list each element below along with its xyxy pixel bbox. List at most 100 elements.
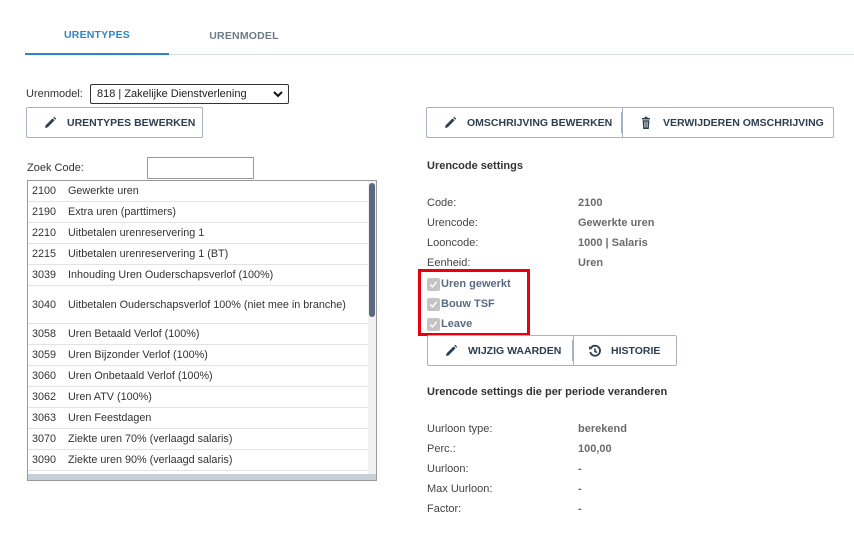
code-description: Ziekte uren 70% (verlaagd salaris)	[68, 433, 233, 445]
code-value: 2215	[32, 248, 57, 260]
code-description: Uren Betaald Verlof (100%)	[68, 328, 200, 340]
code-value: 3063	[32, 412, 57, 424]
tab-bar: URENTYPES URENMODEL	[25, 16, 854, 55]
checkbox-label: Leave	[441, 318, 473, 330]
code-list-item[interactable]: 3039 Inhouding Uren Ouderschapsverlof (10…	[28, 265, 370, 286]
checkbox-checked-icon[interactable]	[427, 317, 440, 331]
setting-value: Uren	[578, 257, 604, 269]
periode-row: Perc.: 100,00	[427, 443, 727, 463]
code-value: 3060	[32, 370, 57, 382]
code-list-item[interactable]: 3070 Ziekte uren 70% (verlaagd salaris)	[28, 429, 370, 450]
code-value: 2210	[32, 227, 57, 239]
zoek-code-label: Zoek Code:	[27, 162, 84, 174]
setting-key: Code:	[427, 197, 457, 209]
code-list-body: 2100 Gewerkte uren 2190 Extra uren (parttim…	[28, 181, 376, 471]
code-value: 2190	[32, 206, 57, 218]
omschrijving-bewerken-button[interactable]: OMSCHRIJVING BEWERKEN	[426, 107, 622, 138]
code-list-item[interactable]: 3058 Uren Betaald Verlof (100%)	[28, 324, 370, 345]
code-value: 2100	[32, 185, 57, 197]
omschrijving-bewerken-label: OMSCHRIJVING BEWERKEN	[467, 116, 613, 129]
periode-value: -	[578, 483, 582, 495]
wijzig-waarden-button[interactable]: WIJZIG WAARDEN	[427, 335, 573, 366]
code-list-item[interactable]: 3040 Uitbetalen Ouderschapsverlof 100% (n…	[28, 286, 370, 324]
checkbox-checked-icon[interactable]	[427, 277, 440, 291]
zoek-code-input[interactable]	[147, 157, 254, 179]
code-value: 3062	[32, 391, 57, 403]
code-description: Extra uren (parttimers)	[68, 206, 176, 218]
urencode-settings-title: Urencode settings	[427, 160, 523, 172]
wijzig-waarden-label: WIJZIG WAARDEN	[468, 344, 562, 357]
periode-value: -	[578, 503, 582, 515]
setting-row: Code: 2100	[427, 197, 727, 217]
periode-key: Uurloon type:	[427, 423, 493, 435]
code-list-item[interactable]: 2210 Uitbetalen urenreservering 1	[28, 223, 370, 244]
verwijderen-omschrijving-button[interactable]: VERWIJDEREN OMSCHRIJVING	[622, 107, 834, 138]
checkbox-leave[interactable]: Leave	[427, 314, 511, 334]
code-value: 3070	[32, 433, 57, 445]
checkbox-label: Bouw TSF	[441, 298, 495, 310]
code-list-item[interactable]: 2100 Gewerkte uren	[28, 181, 370, 202]
setting-value: 2100	[578, 197, 603, 209]
pencil-icon	[446, 344, 458, 356]
historie-label: HISTORIE	[611, 344, 661, 357]
periode-row: Max Uurloon: -	[427, 483, 727, 503]
code-description: Inhouding Uren Ouderschapsverlof (100%)	[68, 269, 274, 281]
code-list-item[interactable]: 3060 Uren Onbetaald Verlof (100%)	[28, 366, 370, 387]
tab-urentypes[interactable]: URENTYPES	[25, 16, 169, 55]
chevron-down-icon	[273, 91, 283, 98]
scrollbar-thumb[interactable]	[369, 183, 375, 317]
horizontal-scrollbar[interactable]	[28, 474, 376, 480]
periode-row: Uurloon type: berekend	[427, 423, 727, 443]
code-value: 3058	[32, 328, 57, 340]
code-list[interactable]: 2100 Gewerkte uren 2190 Extra uren (parttim…	[27, 180, 377, 481]
code-description: Uren Bijzonder Verlof (100%)	[68, 349, 208, 361]
code-description: Uren Onbetaald Verlof (100%)	[68, 370, 213, 382]
periode-row: Factor: -	[427, 503, 727, 523]
code-list-item[interactable]: 3063 Uren Feestdagen	[28, 408, 370, 429]
code-list-item[interactable]: 2215 Uitbetalen urenreservering 1 (BT)	[28, 244, 370, 265]
checkbox-uren-gewerkt[interactable]: Uren gewerkt	[427, 274, 511, 294]
setting-row: Urencode: Gewerkte uren	[427, 217, 727, 237]
code-description: Gewerkte uren	[68, 185, 139, 197]
code-description: Ziekte uren 90% (verlaagd salaris)	[68, 454, 233, 466]
checkbox-bouw-tsf[interactable]: Bouw TSF	[427, 294, 511, 314]
periode-row: Uurloon: -	[427, 463, 727, 483]
settings-checkboxes: Uren gewerkt Bouw TSF Leave	[427, 274, 511, 334]
checkbox-checked-icon[interactable]	[427, 297, 440, 311]
pencil-icon	[445, 116, 457, 128]
setting-value: Gewerkte uren	[578, 217, 655, 229]
code-description: Uitbetalen urenreservering 1 (BT)	[68, 248, 229, 260]
setting-value: 1000 | Salaris	[578, 237, 648, 249]
code-description: Uren ATV (100%)	[68, 391, 152, 403]
periode-value: berekend	[578, 423, 627, 435]
code-list-item[interactable]: 3090 Ziekte uren 90% (verlaagd salaris)	[28, 450, 370, 471]
vertical-scrollbar[interactable]	[368, 181, 376, 480]
checkbox-label: Uren gewerkt	[441, 278, 511, 290]
code-description: Uren Feestdagen	[68, 412, 152, 424]
setting-key: Looncode:	[427, 237, 479, 249]
urenmodel-label: Urenmodel:	[26, 88, 83, 100]
pencil-icon	[45, 116, 57, 128]
urenmodel-select[interactable]: 818 | Zakelijke Dienstverlening	[90, 84, 289, 104]
code-value: 3040	[32, 298, 57, 311]
urentypes-bewerken-label: URENTYPES BEWERKEN	[67, 116, 196, 129]
code-value: 3059	[32, 349, 57, 361]
periode-settings-title: Urencode settings die per periode verand…	[427, 386, 668, 398]
setting-row: Looncode: 1000 | Salaris	[427, 237, 727, 257]
periode-key: Uurloon:	[427, 463, 469, 475]
urentypes-bewerken-button[interactable]: URENTYPES BEWERKEN	[26, 107, 203, 138]
periode-key: Factor:	[427, 503, 462, 515]
code-list-item[interactable]: 2190 Extra uren (parttimers)	[28, 202, 370, 223]
trash-icon	[642, 116, 650, 129]
code-value: 3090	[32, 454, 57, 466]
code-list-item[interactable]: 3062 Uren ATV (100%)	[28, 387, 370, 408]
urenmodel-selected-value: 818 | Zakelijke Dienstverlening	[97, 88, 247, 100]
periode-value: 100,00	[578, 443, 612, 455]
code-list-item[interactable]: 3059 Uren Bijzonder Verlof (100%)	[28, 345, 370, 366]
tab-urenmodel[interactable]: URENMODEL	[169, 16, 319, 55]
setting-key: Urencode:	[427, 217, 478, 229]
historie-button[interactable]: HISTORIE	[573, 335, 677, 366]
periode-key: Perc.:	[427, 443, 456, 455]
periode-key: Max Uurloon:	[427, 483, 493, 495]
code-description: Uitbetalen urenreservering 1	[68, 227, 205, 239]
